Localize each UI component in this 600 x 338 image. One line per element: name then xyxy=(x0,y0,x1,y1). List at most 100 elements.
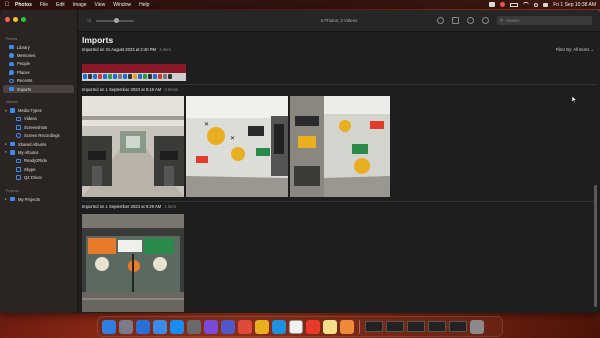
sidebar-item-label: Shared Albums xyxy=(18,141,47,147)
photos-icon[interactable] xyxy=(340,319,354,334)
folder-icon xyxy=(10,108,15,113)
apple-menu-icon[interactable]:  xyxy=(4,2,10,8)
sidebar-item-library[interactable]: Library xyxy=(3,43,74,51)
rotate-icon[interactable]: ☼ xyxy=(86,17,92,24)
info-icon[interactable] xyxy=(437,17,444,24)
status-icon[interactable] xyxy=(489,2,496,7)
mural-marking: ✕ xyxy=(204,122,209,128)
sidebar-item-my-albums[interactable]: ▾ My Albums xyxy=(3,148,74,156)
share-icon[interactable] xyxy=(452,17,459,24)
notes-icon[interactable] xyxy=(323,319,337,334)
sidebar-item-q4-driver[interactable]: Q4 Driver xyxy=(3,173,74,181)
sidebar-item-places[interactable]: Places xyxy=(3,68,74,76)
scrollbar[interactable] xyxy=(594,185,597,307)
folder-icon xyxy=(10,196,15,202)
maps-icon[interactable] xyxy=(153,319,167,334)
app-store-icon[interactable] xyxy=(170,319,184,334)
sidebar-item-ready2ride[interactable]: Ready2Ride xyxy=(3,157,74,165)
facetime-icon[interactable] xyxy=(289,319,303,334)
anydesk-icon[interactable] xyxy=(306,319,320,334)
launchpad-icon[interactable] xyxy=(119,319,133,334)
photo-entrance[interactable] xyxy=(82,214,184,312)
chrome-icon[interactable] xyxy=(255,319,269,334)
zoom-slider[interactable] xyxy=(96,17,135,23)
import-group-count: 1 Item xyxy=(159,47,171,52)
menu-help[interactable]: Help xyxy=(139,2,149,8)
minimized-window-thumbnail[interactable] xyxy=(449,321,467,332)
filter-dropdown[interactable]: Filter By: All Items ⌄ xyxy=(556,47,594,52)
thumb-mark xyxy=(103,74,107,79)
zoom-button[interactable] xyxy=(21,16,26,22)
sidebar-item-label: Skype xyxy=(24,166,36,172)
entrance-image xyxy=(82,214,184,312)
control-center-icon[interactable] xyxy=(543,2,549,7)
sidebar-item-label: Media Types xyxy=(18,108,42,114)
memories-icon xyxy=(9,53,14,58)
spotlight-icon[interactable] xyxy=(534,2,539,7)
xcode-icon[interactable] xyxy=(136,319,150,334)
window-controls xyxy=(0,14,77,24)
menu-app-name[interactable]: Photos xyxy=(15,2,32,8)
battery-icon[interactable] xyxy=(510,2,519,7)
sidebar-item-memories[interactable]: Memories xyxy=(3,51,74,59)
chevron-right-icon[interactable]: ▸ xyxy=(5,197,9,201)
recents-icon xyxy=(9,78,14,83)
screen-record-icon[interactable] xyxy=(500,2,506,7)
sidebar-item-videos[interactable]: Videos xyxy=(3,115,74,123)
sidebar-item-media-types[interactable]: ▾ Media Types xyxy=(3,106,74,114)
sidebar-item-label: Videos xyxy=(24,116,37,122)
page-title: Imports xyxy=(82,35,114,45)
favorite-icon[interactable] xyxy=(467,17,474,24)
sidebar-item-screenshots[interactable]: Screenshots xyxy=(3,123,74,131)
search-field[interactable]: ⚲ Search xyxy=(497,16,592,25)
thumbnail-icon-row xyxy=(83,74,172,79)
thumb-mark xyxy=(118,74,122,79)
chevron-right-icon[interactable]: ▸ xyxy=(5,142,9,146)
skype-icon[interactable] xyxy=(272,319,286,334)
sidebar-item-screen-recordings[interactable]: Screen Recordings xyxy=(3,132,74,140)
sidebar-item-my-projects[interactable]: ▸ My Projects xyxy=(3,195,74,203)
sidebar-item-skype[interactable]: Skype xyxy=(3,165,74,173)
menu-view[interactable]: View xyxy=(95,2,106,8)
photo-mural[interactable]: ✕ ✕ xyxy=(186,96,288,197)
gmail-icon[interactable] xyxy=(238,319,252,334)
trash-icon[interactable] xyxy=(470,319,484,334)
close-button[interactable] xyxy=(5,16,10,22)
chevron-down-icon[interactable]: ▾ xyxy=(5,109,9,113)
thumb-mark xyxy=(83,74,87,79)
menu-file[interactable]: File xyxy=(40,2,48,8)
sidebar-item-shared-albums[interactable]: ▸ Shared Albums xyxy=(3,140,74,148)
rotate-icon[interactable] xyxy=(482,17,489,24)
minimized-window-thumbnail[interactable] xyxy=(428,321,446,332)
sidebar-item-recents[interactable]: Recents xyxy=(3,77,74,85)
screenshot-thumbnail[interactable] xyxy=(82,64,186,81)
thumb-mark xyxy=(93,74,97,79)
minimized-window-thumbnail[interactable] xyxy=(407,321,425,332)
mural-image: ✕ ✕ xyxy=(186,96,288,197)
wifi-icon[interactable] xyxy=(523,2,530,7)
menu-edit[interactable]: Edit xyxy=(56,2,65,8)
finder-icon[interactable] xyxy=(102,319,116,334)
menu-image[interactable]: Image xyxy=(73,2,87,8)
sidebar-item-imports[interactable]: Imports xyxy=(3,84,74,94)
chevron-down-icon[interactable]: ▾ xyxy=(5,150,9,154)
photo-library-icon xyxy=(9,44,14,50)
photo-mural-corner[interactable] xyxy=(290,96,390,197)
thumb-mark xyxy=(153,74,157,79)
import-group-heading: Imported on 1 September 2023 at 9:29 AM … xyxy=(82,204,176,209)
minimized-window-thumbnail[interactable] xyxy=(365,321,383,332)
menu-clock[interactable]: Fri 1 Sep 10:38 AM xyxy=(553,2,596,8)
system-settings-icon[interactable] xyxy=(187,319,201,334)
visual-studio-icon[interactable] xyxy=(204,319,218,334)
sidebar-item-people[interactable]: People xyxy=(3,60,74,68)
sidebar-item-label: Library xyxy=(17,44,30,50)
sidebar-item-label: People xyxy=(17,61,31,67)
toolbar: ☼ 5 Photos, 3 Videos ⚲ Search xyxy=(78,10,600,32)
teams-icon[interactable] xyxy=(221,319,235,334)
minimized-window-thumbnail[interactable] xyxy=(386,321,404,332)
import-group-date: Imported on 1 September 2023 at 9:18 AM xyxy=(82,87,162,92)
menu-window[interactable]: Window xyxy=(113,2,131,8)
photo-office[interactable] xyxy=(82,96,184,197)
minimize-button[interactable] xyxy=(13,16,18,22)
thumb-mark xyxy=(163,74,167,79)
